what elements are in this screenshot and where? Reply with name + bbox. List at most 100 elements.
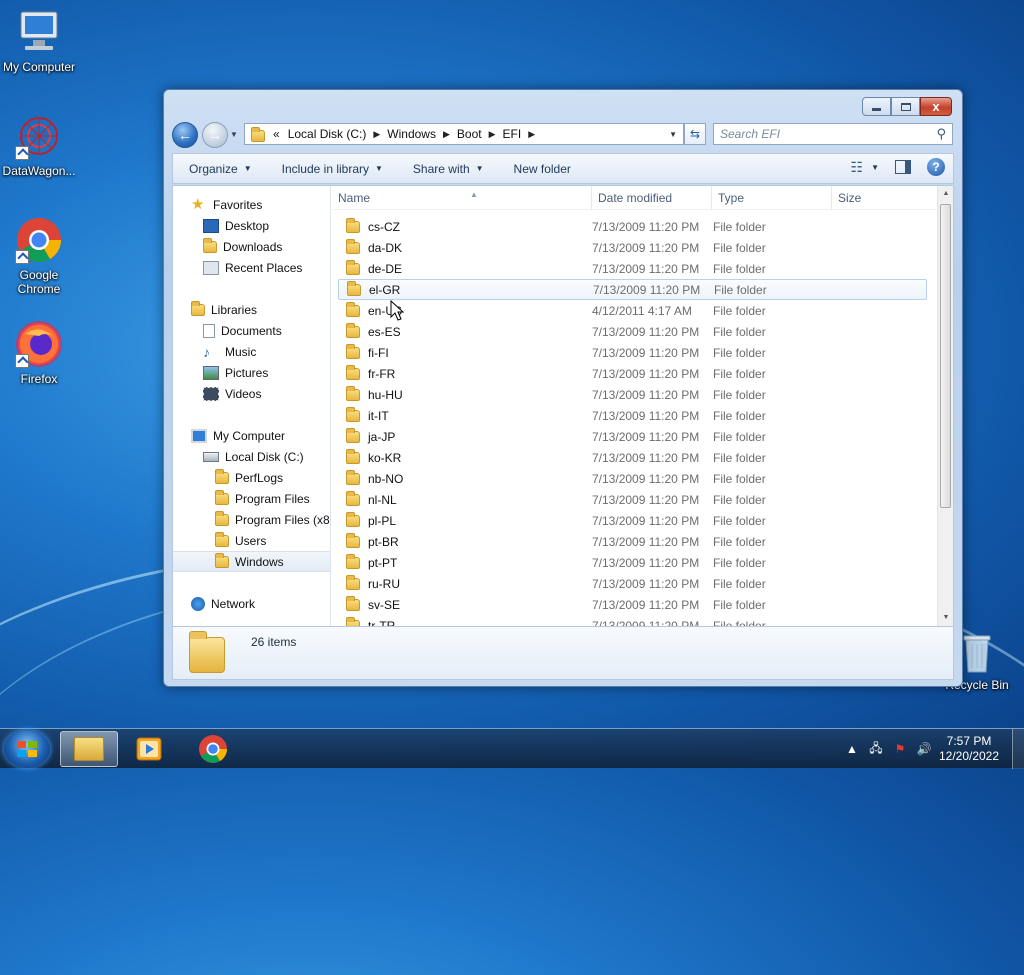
file-row[interactable]: it-IT 7/13/2009 11:20 PM File folder	[338, 405, 937, 426]
file-date: 7/13/2009 11:20 PM	[592, 597, 700, 612]
file-date: 7/13/2009 11:20 PM	[592, 576, 700, 591]
organize-button[interactable]: Organize ▼	[173, 162, 266, 176]
nav-desktop[interactable]: Desktop	[173, 215, 330, 236]
file-type: File folder	[713, 555, 766, 570]
chevron-down-icon: ▼	[375, 164, 383, 173]
file-name: pt-PT	[368, 555, 398, 570]
clock[interactable]: 7:57 PM 12/20/2022	[936, 734, 1002, 764]
minimize-button[interactable]	[862, 97, 891, 116]
close-button[interactable]: x	[920, 97, 952, 116]
chevron-right-icon[interactable]: ▶	[440, 129, 453, 140]
file-row[interactable]: pt-BR 7/13/2009 11:20 PM File folder	[338, 531, 937, 552]
file-row[interactable]: cs-CZ 7/13/2009 11:20 PM File folder	[338, 216, 937, 237]
file-row[interactable]: ko-KR 7/13/2009 11:20 PM File folder	[338, 447, 937, 468]
folder-icon	[346, 490, 360, 506]
recent-pages-dropdown[interactable]: ▼	[230, 130, 238, 139]
file-row[interactable]: en-US 4/12/2011 4:17 AM File folder	[338, 300, 937, 321]
chevron-right-icon[interactable]: ▶	[370, 129, 383, 140]
nav-local-disk[interactable]: Local Disk (C:)	[173, 446, 330, 467]
nav-videos[interactable]: Videos	[173, 383, 330, 404]
file-row[interactable]: es-ES 7/13/2009 11:20 PM File folder	[338, 321, 937, 342]
breadcrumb-efi[interactable]: EFI	[499, 127, 526, 141]
nav-music[interactable]: ♪ Music	[173, 341, 330, 362]
refresh-button[interactable]: ⇆	[684, 123, 706, 145]
file-row[interactable]: pt-PT 7/13/2009 11:20 PM File folder	[338, 552, 937, 573]
taskbar-explorer[interactable]	[60, 731, 118, 767]
desktop-icon-chrome[interactable]: Google Chrome	[0, 216, 80, 296]
nav-program-files-x86[interactable]: Program Files (x86	[173, 509, 330, 530]
navigation-pane[interactable]: ★ Favorites Desktop Downloads Recent Plac…	[173, 186, 331, 626]
address-bar[interactable]: « Local Disk (C:) ▶ Windows ▶ Boot ▶ EFI…	[244, 123, 684, 145]
share-with-button[interactable]: Share with ▼	[397, 162, 498, 176]
file-row[interactable]: fr-FR 7/13/2009 11:20 PM File folder	[338, 363, 937, 384]
file-row[interactable]: ru-RU 7/13/2009 11:20 PM File folder	[338, 573, 937, 594]
new-folder-button[interactable]: New folder	[498, 162, 585, 176]
nav-network[interactable]: Network	[173, 593, 330, 614]
start-button[interactable]	[4, 730, 50, 768]
back-button[interactable]: ←	[172, 122, 198, 148]
column-header-name[interactable]: ▲ Name	[332, 186, 592, 210]
preview-pane-button[interactable]	[895, 160, 911, 174]
breadcrumb-local-disk[interactable]: Local Disk (C:)	[284, 127, 371, 141]
refresh-icon: ⇆	[689, 127, 701, 141]
file-row[interactable]: sv-SE 7/13/2009 11:20 PM File folder	[338, 594, 937, 615]
include-in-library-button[interactable]: Include in library ▼	[266, 162, 397, 176]
search-icon[interactable]: ⚲	[936, 126, 946, 142]
show-desktop-button[interactable]	[1012, 729, 1024, 769]
desktop-icon-my-computer[interactable]: My Computer	[0, 8, 80, 74]
file-row[interactable]: nl-NL 7/13/2009 11:20 PM File folder	[338, 489, 937, 510]
nav-pictures[interactable]: Pictures	[173, 362, 330, 383]
breadcrumb-overflow[interactable]: «	[269, 127, 284, 141]
nav-downloads[interactable]: Downloads	[173, 236, 330, 257]
folder-icon	[346, 595, 360, 611]
action-center-icon[interactable]: ⚑	[891, 742, 909, 756]
taskbar-media-player[interactable]	[120, 731, 178, 767]
nav-recent-places[interactable]: Recent Places	[173, 257, 330, 278]
vertical-scrollbar[interactable]: ▲ ▼	[937, 186, 953, 626]
nav-favorites[interactable]: ★ Favorites	[173, 194, 330, 215]
breadcrumb-boot[interactable]: Boot	[453, 127, 486, 141]
network-tray-icon[interactable]: 🖧	[867, 739, 885, 760]
desktop-icon-firefox[interactable]: Firefox	[0, 320, 80, 386]
change-view-button[interactable]: ☷ ▼	[851, 159, 879, 176]
scroll-up-arrow-icon[interactable]: ▲	[938, 186, 954, 202]
column-header-type[interactable]: Type	[712, 186, 832, 210]
nav-program-files[interactable]: Program Files	[173, 488, 330, 509]
nav-users[interactable]: Users	[173, 530, 330, 551]
scroll-down-arrow-icon[interactable]: ▼	[938, 610, 954, 626]
show-hidden-icons-button[interactable]: ▲	[843, 742, 861, 756]
volume-icon[interactable]: 🔊	[915, 742, 933, 756]
search-input[interactable]: Search EFI ⚲	[713, 123, 953, 145]
file-row[interactable]: hu-HU 7/13/2009 11:20 PM File folder	[338, 384, 937, 405]
column-header-date[interactable]: Date modified	[592, 186, 712, 210]
file-row[interactable]: el-GR 7/13/2009 11:20 PM File folder	[338, 279, 927, 300]
nav-perflogs[interactable]: PerfLogs	[173, 467, 330, 488]
pictures-icon	[203, 365, 219, 380]
address-history-dropdown[interactable]: ▼	[669, 130, 677, 139]
explorer-window[interactable]: x ← → ▼ « Local Disk (C:) ▶ Windows ▶ Bo…	[163, 89, 963, 687]
nav-libraries[interactable]: Libraries	[173, 299, 330, 320]
chevron-right-icon[interactable]: ▶	[525, 129, 538, 140]
maximize-button[interactable]	[891, 97, 920, 116]
file-row[interactable]: ja-JP 7/13/2009 11:20 PM File folder	[338, 426, 937, 447]
file-row[interactable]: nb-NO 7/13/2009 11:20 PM File folder	[338, 468, 937, 489]
file-row[interactable]: da-DK 7/13/2009 11:20 PM File folder	[338, 237, 937, 258]
file-name: da-DK	[368, 240, 403, 255]
column-header-size[interactable]: Size	[832, 186, 912, 210]
desktop-icon-datawagon[interactable]: DataWagon...	[0, 112, 80, 178]
file-row[interactable]: de-DE 7/13/2009 11:20 PM File folder	[338, 258, 937, 279]
file-list[interactable]: ▲ Name Date modified Type Size cs-CZ 7/13/…	[332, 186, 937, 626]
scrollbar-thumb[interactable]	[940, 204, 951, 508]
file-date: 7/13/2009 11:20 PM	[592, 555, 700, 570]
file-row[interactable]: tr-TR 7/13/2009 11:20 PM File folder	[338, 615, 937, 626]
taskbar-chrome[interactable]	[184, 731, 242, 767]
nav-documents[interactable]: Documents	[173, 320, 330, 341]
breadcrumb-windows[interactable]: Windows	[383, 127, 440, 141]
nav-my-computer[interactable]: My Computer	[173, 425, 330, 446]
nav-windows[interactable]: Windows	[173, 551, 330, 572]
file-row[interactable]: fi-FI 7/13/2009 11:20 PM File folder	[338, 342, 937, 363]
chevron-right-icon[interactable]: ▶	[486, 129, 499, 140]
forward-button[interactable]: →	[202, 122, 228, 148]
help-button[interactable]: ?	[927, 158, 945, 176]
file-row[interactable]: pl-PL 7/13/2009 11:20 PM File folder	[338, 510, 937, 531]
